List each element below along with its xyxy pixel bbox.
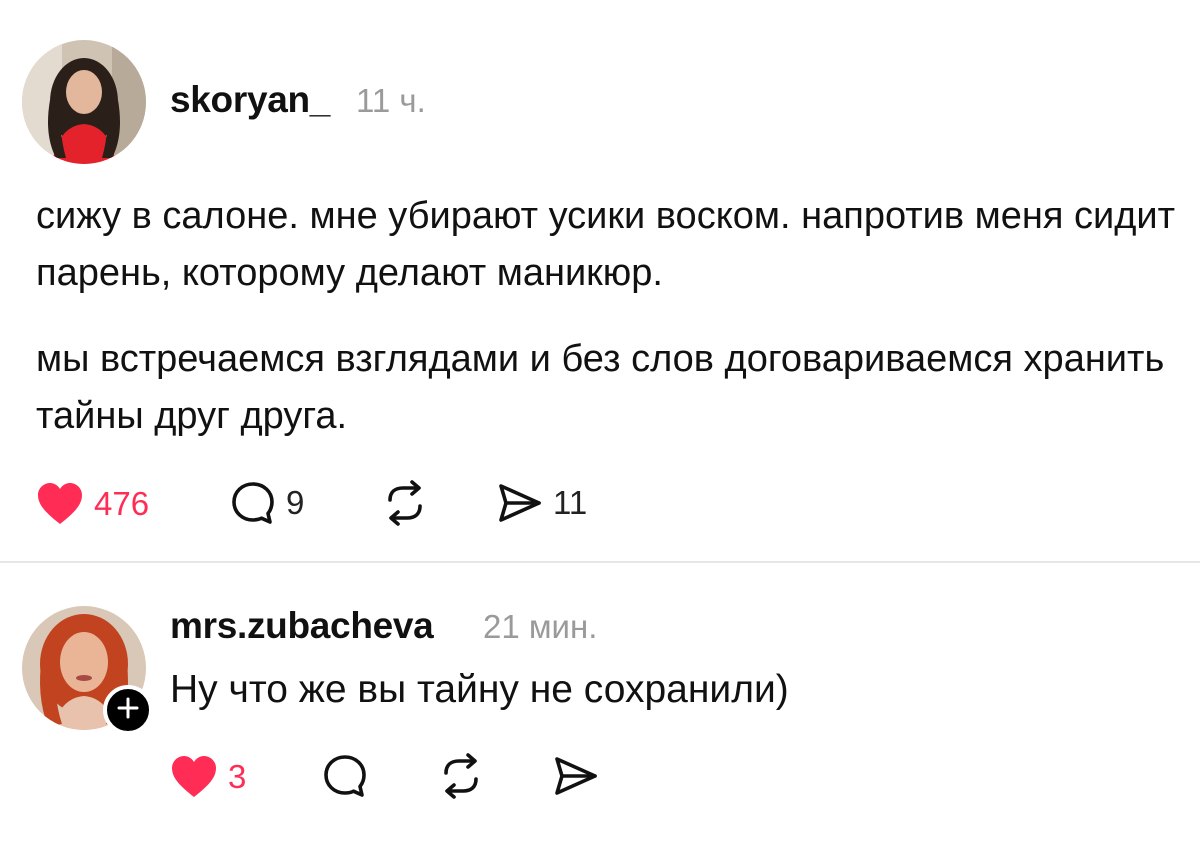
repost-icon (438, 753, 484, 799)
heart-icon (170, 755, 218, 799)
post-paragraph-1: сижу в салоне. мне убирают усики воском.… (36, 195, 1176, 294)
post-repost-button[interactable] (382, 480, 428, 526)
reply-text: Ну что же вы тайну не сохранили) (170, 668, 789, 711)
post-share-button[interactable]: 11 (497, 480, 587, 526)
reply-comment-button[interactable] (322, 753, 368, 799)
divider (0, 561, 1200, 563)
heart-icon (36, 482, 84, 526)
post-comment-count: 9 (286, 484, 305, 521)
post-like-button[interactable]: 476 (36, 482, 149, 526)
reply-share-button[interactable] (553, 753, 599, 799)
post-username[interactable]: skoryan_ (170, 79, 330, 121)
post-avatar[interactable] (22, 40, 146, 164)
follow-button[interactable] (103, 685, 153, 735)
comment-bubble-icon (322, 753, 368, 799)
reply-repost-button[interactable] (438, 753, 484, 799)
comment-bubble-icon (230, 480, 276, 526)
post-timestamp: 11 ч. (356, 82, 426, 119)
reply-timestamp: 21 мин. (483, 608, 598, 645)
reply-like-button[interactable]: 3 (170, 755, 246, 799)
send-icon (553, 753, 599, 799)
post-paragraph-2: мы встречаемся взглядами и без слов дого… (36, 338, 1165, 437)
post-share-count: 11 (553, 484, 588, 521)
send-icon (497, 480, 543, 526)
plus-icon (117, 697, 139, 724)
post-like-count: 476 (94, 485, 150, 522)
repost-icon (382, 480, 428, 526)
reply-like-count: 3 (228, 758, 247, 795)
reply-username[interactable]: mrs.zubacheva (170, 605, 434, 647)
post-comment-button[interactable]: 9 (230, 480, 304, 526)
